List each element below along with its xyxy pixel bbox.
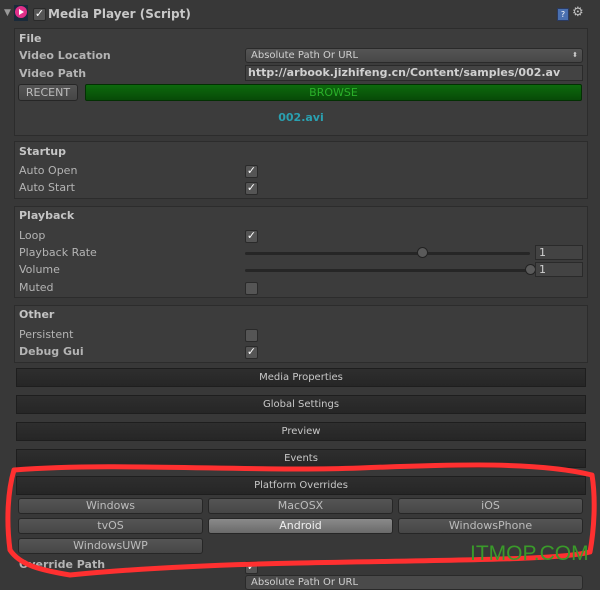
watermark: ITMOP.COM	[470, 542, 589, 565]
red-annotation-outline	[5, 462, 597, 578]
